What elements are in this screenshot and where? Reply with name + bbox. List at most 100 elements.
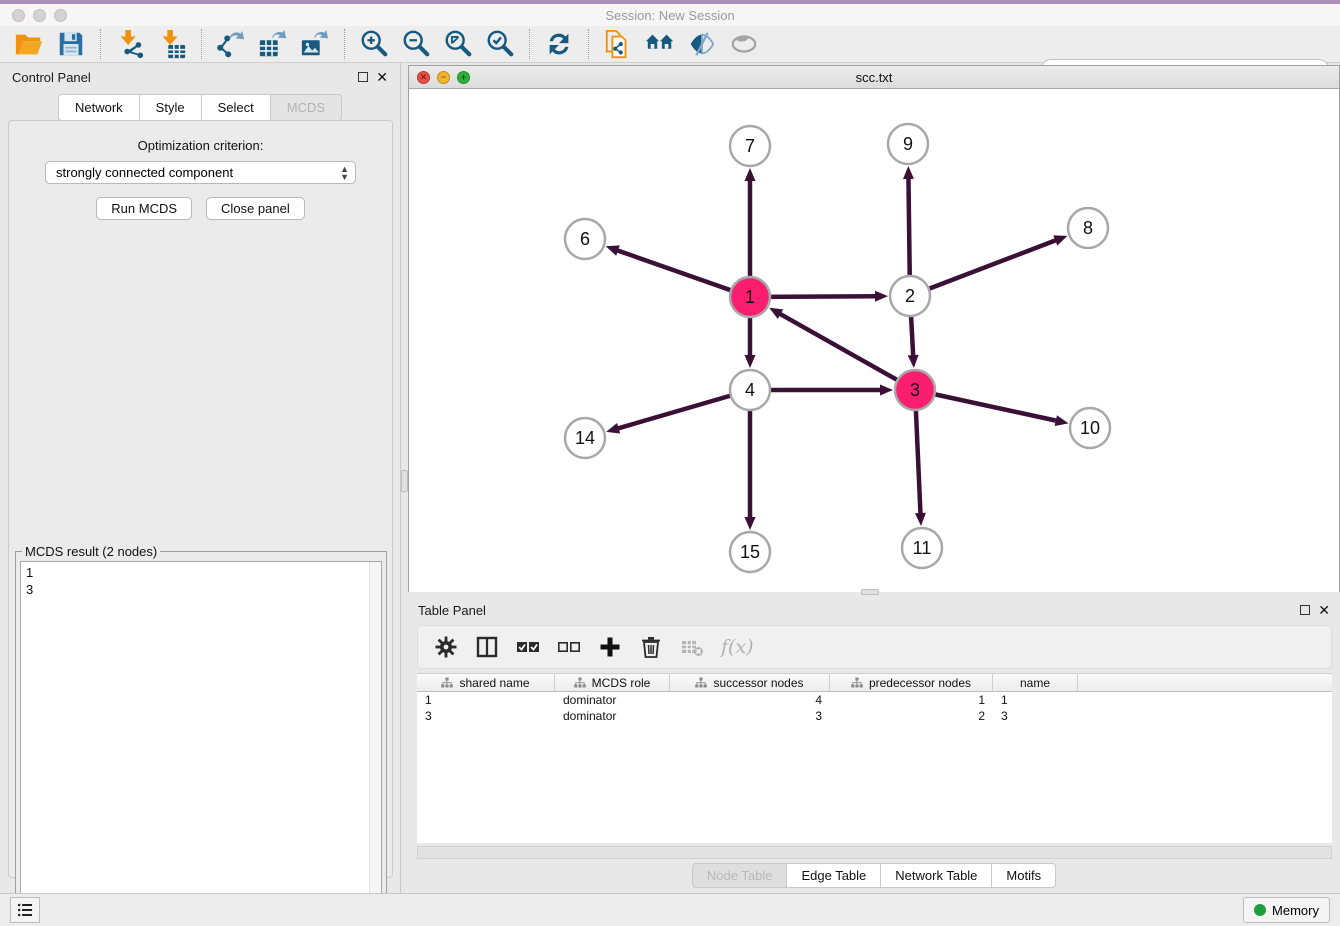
import-network-icon[interactable] [115,29,145,59]
table-panel-title: Table Panel [418,603,486,618]
cell-successor-nodes[interactable]: 4 [670,692,830,708]
cell-MCDS-role[interactable]: dominator [555,692,670,708]
column-header-label: successor nodes [713,676,803,690]
network-view-title: scc.txt [409,70,1339,85]
open-folder-icon[interactable] [14,29,44,59]
table-tabs: Node TableEdge TableNetwork TableMotifs [408,863,1340,888]
graph-node-label: 15 [740,542,760,562]
zoom-fit-icon[interactable] [443,29,473,59]
refresh-icon[interactable] [544,29,574,59]
close-table-panel-icon[interactable]: ✕ [1318,605,1330,615]
tab-style[interactable]: Style [139,94,201,121]
graph-node-label: 9 [903,134,913,154]
home-icon[interactable] [645,29,675,59]
zoom-in-icon[interactable] [359,29,389,59]
column-header-predecessor-nodes[interactable]: predecessor nodes [830,674,993,691]
attribute-tree-icon [441,677,453,689]
clone-network-icon[interactable] [603,29,633,59]
hide-panel-icon[interactable] [687,29,717,59]
export-network-icon[interactable] [216,29,246,59]
tab-edge-table[interactable]: Edge Table [786,863,880,888]
delete-column-icon[interactable] [639,635,663,659]
graph-node-label: 6 [580,229,590,249]
table-panel: Table Panel ✕ f(x) shared nameMCDS roles… [408,597,1340,893]
control-panel: Control Panel ✕ NetworkStyleSelectMCDS O… [0,63,401,893]
tab-motifs[interactable]: Motifs [991,863,1056,888]
table-row[interactable]: 3dominator323 [417,708,1332,724]
network-view-window: ✕ − + scc.txt 7968124314101511 [408,65,1340,592]
unselect-all-icon[interactable] [557,635,581,659]
edge-arrowhead [745,168,756,181]
select-all-icon[interactable] [516,635,540,659]
graph-node-label: 2 [905,286,915,306]
graph-node-label: 14 [575,428,595,448]
panel-splitter-handle[interactable] [401,470,408,492]
save-icon[interactable] [56,29,86,59]
list-icon [15,900,35,920]
horizontal-splitter-handle[interactable] [861,589,879,595]
table-toolbar: f(x) [417,625,1332,669]
export-table-icon[interactable] [258,29,288,59]
cell-shared-name[interactable]: 1 [417,692,555,708]
edge-3-10[interactable] [915,390,1058,421]
graph-node-label: 7 [745,136,755,156]
add-column-icon[interactable] [598,635,622,659]
column-header-successor-nodes[interactable]: successor nodes [670,674,830,691]
status-bar: Memory [0,893,1340,926]
cell-shared-name[interactable]: 3 [417,708,555,724]
main-titlebar: Session: New Session [0,4,1340,26]
cell-MCDS-role[interactable]: dominator [555,708,670,724]
tab-network[interactable]: Network [58,94,139,121]
delete-table-icon [680,635,704,659]
columns-icon[interactable] [475,635,499,659]
gear-icon[interactable] [434,635,458,659]
export-image-icon[interactable] [300,29,330,59]
cell-name[interactable]: 1 [993,692,1078,708]
result-scrollbar[interactable] [369,562,381,922]
zoom-out-icon[interactable] [401,29,431,59]
cell-predecessor-nodes[interactable]: 2 [830,708,993,724]
table-hscrollbar[interactable] [417,846,1332,859]
optimization-criterion-select[interactable]: strongly connected component ▲▼ [45,161,356,184]
attribute-tree-icon [574,677,586,689]
tab-node-table[interactable]: Node Table [692,863,787,888]
column-header-label: shared name [459,676,529,690]
network-canvas[interactable]: 7968124314101511 [409,89,1339,592]
edge-arrowhead [745,517,756,530]
node-table[interactable]: shared name MCDS role successor nodes prede… [417,673,1332,843]
memory-button[interactable]: Memory [1243,897,1330,923]
edge-2-8[interactable] [910,240,1057,296]
mcds-result-list[interactable]: 13 [20,561,382,923]
zoom-selected-icon[interactable] [485,29,515,59]
cell-name[interactable]: 3 [993,708,1078,724]
column-header-shared-name[interactable]: shared name [417,674,555,691]
float-panel-icon[interactable] [358,72,368,82]
import-table-icon[interactable] [157,29,187,59]
network-window-titlebar[interactable]: ✕ − + scc.txt [409,66,1339,89]
eye-icon[interactable] [729,29,759,59]
main-toolbar [0,26,1340,63]
float-table-panel-icon[interactable] [1300,605,1310,615]
application-window: Session: New Session [0,0,1340,926]
close-panel-icon[interactable]: ✕ [376,72,388,82]
graph-node-label: 10 [1080,418,1100,438]
edge-arrowhead [1053,235,1067,245]
column-header-name[interactable]: name [993,674,1078,691]
close-panel-button[interactable]: Close panel [206,197,305,220]
table-body: 1dominator4113dominator323 [417,692,1332,724]
run-mcds-button[interactable]: Run MCDS [96,197,192,220]
edge-3-1[interactable] [779,313,915,390]
result-line: 3 [26,581,376,598]
tab-network-table[interactable]: Network Table [880,863,991,888]
column-header-MCDS-role[interactable]: MCDS role [555,674,670,691]
network-graph[interactable]: 7968124314101511 [409,89,1339,592]
cell-successor-nodes[interactable]: 3 [670,708,830,724]
table-row[interactable]: 1dominator411 [417,692,1332,708]
task-history-button[interactable] [10,897,40,923]
edge-arrowhead [915,513,926,526]
tab-mcds[interactable]: MCDS [270,94,342,121]
tab-select[interactable]: Select [201,94,270,121]
edge-1-6[interactable] [616,250,750,297]
cell-predecessor-nodes[interactable]: 1 [830,692,993,708]
edge-arrowhead [606,245,620,255]
